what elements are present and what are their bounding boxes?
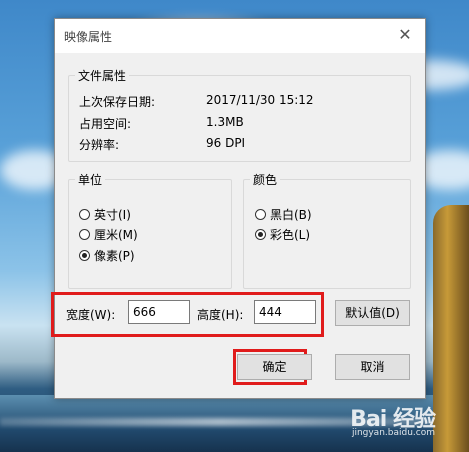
radio-circle <box>79 209 90 220</box>
radio-dot <box>258 232 263 237</box>
units-legend: 单位 <box>75 171 106 188</box>
title-bar[interactable]: 映像属性 ✕ <box>55 19 425 53</box>
color-color-label: 彩色(L) <box>270 228 311 242</box>
cliff <box>433 205 469 452</box>
radio-circle-selected <box>79 250 90 261</box>
height-label: 高度(H): <box>197 308 244 322</box>
image-properties-dialog: 映像属性 ✕ 文件属性 上次保存日期: 2017/11/30 15:12 占用空… <box>51 18 426 399</box>
width-label: 宽度(W): <box>66 308 116 322</box>
unit-cm-radio[interactable]: 厘米(M) <box>79 226 138 243</box>
unit-cm-label: 厘米(M) <box>94 228 138 242</box>
height-input[interactable] <box>254 300 316 324</box>
unit-inch-label: 英寸(I) <box>94 208 131 222</box>
file-properties-legend: 文件属性 <box>75 67 130 84</box>
dialog-title: 映像属性 <box>64 30 113 44</box>
last-saved-value: 2017/11/30 15:12 <box>206 93 314 107</box>
radio-circle <box>255 209 266 220</box>
color-color-radio[interactable]: 彩色(L) <box>255 226 310 243</box>
cancel-button[interactable]: 取消 <box>335 354 410 380</box>
baidu-watermark: Bai 经验 jingyan.baidu.com <box>350 401 436 438</box>
watermark-url: jingyan.baidu.com <box>351 428 435 438</box>
size-on-disk-value: 1.3MB <box>206 115 244 129</box>
radio-dot <box>82 253 87 258</box>
resolution-label: 分辨率: <box>79 138 120 152</box>
radio-circle <box>79 229 90 240</box>
unit-inch-radio[interactable]: 英寸(I) <box>79 206 131 223</box>
last-saved-label: 上次保存日期: <box>79 95 156 109</box>
ok-button[interactable]: 确定 <box>237 354 312 380</box>
close-icon[interactable]: ✕ <box>395 25 415 45</box>
size-on-disk-label: 占用空间: <box>79 117 132 131</box>
unit-pixel-radio[interactable]: 像素(P) <box>79 247 135 264</box>
width-input[interactable] <box>128 300 190 324</box>
default-button[interactable]: 默认值(D) <box>335 300 410 326</box>
color-legend: 颜色 <box>250 171 281 188</box>
unit-pixel-label: 像素(P) <box>94 249 135 263</box>
resolution-value: 96 DPI <box>206 136 246 150</box>
color-bw-label: 黑白(B) <box>270 208 312 222</box>
radio-circle-selected <box>255 229 266 240</box>
color-bw-radio[interactable]: 黑白(B) <box>255 206 312 223</box>
